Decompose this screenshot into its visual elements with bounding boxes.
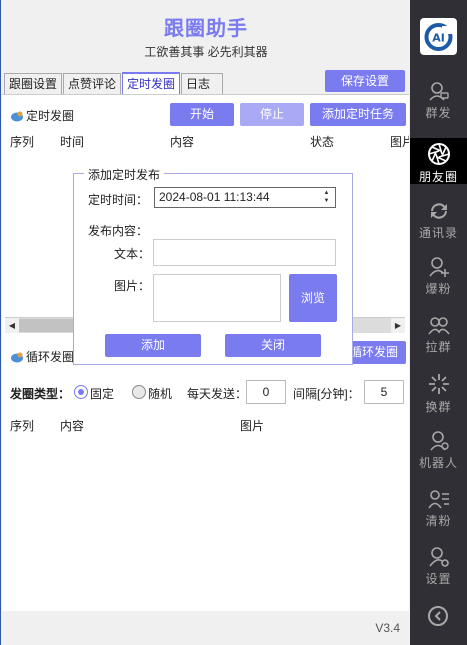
schedule-time-label: 定时时间： [88, 193, 149, 207]
scroll-thumb[interactable] [19, 319, 79, 332]
col-content: 内容 [170, 135, 195, 149]
spin-down-icon[interactable]: ▼ [320, 197, 333, 205]
post-type-label: 发圈类型： [10, 387, 71, 401]
loop-options-row: 发圈类型： 固定 随机 每天发送： 0 间隔[分钟]： 5 [2, 379, 409, 405]
col-time: 时间 [60, 135, 85, 149]
sidebar-item-clean-fans[interactable]: 清粉 [410, 488, 467, 544]
image-path-input[interactable] [153, 274, 281, 322]
add-scheduled-task-button[interactable]: 添加定时任务 [310, 103, 406, 126]
app-logo: AI [420, 18, 457, 55]
sparkle-icon [428, 374, 449, 394]
add-scheduled-post-dialog: 添加定时发布 定时时间： 2024-08-01 11:13:44 ▲ ▼ 发布内… [73, 166, 353, 365]
sync-icon [430, 203, 447, 219]
sidebar-item-pull-group[interactable]: 拉群 [410, 314, 467, 370]
app-header: 跟圈助手 工欲善其事 必先利其器 [1, 0, 411, 68]
user-list-icon [427, 490, 449, 509]
col-index: 序列 [10, 135, 35, 149]
sidebar-item-switch-group[interactable]: 换群 [410, 372, 467, 428]
svg-text:AI: AI [432, 32, 445, 45]
scroll-left-icon[interactable]: ◀ [5, 318, 19, 333]
tab-log[interactable]: 日志 [181, 73, 224, 94]
browse-button[interactable]: 浏览 [289, 274, 337, 322]
loop-list-header: 序列 内容 图片 [2, 415, 409, 433]
add-button[interactable]: 添加 [105, 334, 201, 357]
time-spinner[interactable]: ▲ ▼ [320, 189, 333, 206]
app-slogan: 工欲善其事 必先利其器 [144, 45, 268, 59]
scroll-right-icon[interactable]: ▶ [391, 318, 405, 333]
tab-scheduled-post[interactable]: 定时发圈 [122, 72, 181, 94]
bird-icon [10, 351, 24, 363]
loop-section-label: 循环发圈 [10, 348, 75, 365]
text-label: 文本： [114, 247, 151, 261]
save-settings-button[interactable]: 保存设置 [325, 70, 405, 92]
sidebar-item-moments[interactable]: 朋友圈 [410, 138, 467, 184]
person-chat-icon [428, 82, 449, 101]
tab-like-comment[interactable]: 点赞评论 [63, 73, 122, 94]
add-user-icon [428, 257, 449, 277]
col-image: 图片 [240, 419, 265, 433]
tab-follow-settings[interactable]: 跟圈设置 [4, 73, 63, 94]
sidebar-item-boost-fans[interactable]: 爆粉 [410, 256, 467, 312]
random-radio[interactable] [132, 385, 146, 399]
sidebar-item-contacts[interactable]: 通讯录 [410, 200, 467, 256]
random-radio-label: 随机 [148, 387, 173, 401]
app-title: 跟圈助手 [164, 18, 248, 40]
version-label: V3.4 [375, 621, 400, 635]
interval-input[interactable]: 5 [364, 380, 404, 404]
close-button[interactable]: 关闭 [225, 334, 321, 357]
aperture-icon [427, 143, 450, 165]
scheduled-list-header: 序列 时间 内容 状态 图片 [2, 131, 409, 149]
sidebar-item-settings[interactable]: 设置 [410, 546, 467, 602]
spin-up-icon[interactable]: ▲ [320, 189, 333, 197]
sidebar-item-mass-send[interactable]: 群发 [410, 80, 467, 136]
dialog-title: 添加定时发布 [84, 166, 165, 183]
image-label: 图片： [114, 279, 151, 293]
bird-icon [10, 110, 24, 122]
stop-button[interactable]: 停止 [240, 103, 304, 126]
start-button[interactable]: 开始 [170, 103, 234, 126]
schedule-time-picker[interactable]: 2024-08-01 11:13:44 ▲ ▼ [154, 187, 336, 208]
sidebar: AI 群发 朋友圈 通讯录 爆粉 拉群 换群 机器人 清粉 设置 [410, 0, 467, 645]
fixed-radio[interactable] [74, 385, 88, 399]
sidebar-item-robot[interactable]: 机器人 [410, 430, 467, 486]
group-icon [427, 317, 450, 335]
status-footer: V3.4 [2, 611, 410, 645]
scheduled-section-label: 定时发圈 [10, 107, 105, 124]
main-panel: 跟圈助手 工欲善其事 必先利其器 跟圈设置 点赞评论 定时发圈 日志 保存设置 … [0, 0, 411, 645]
robot-user-icon [429, 431, 449, 451]
chevron-left-icon [434, 611, 441, 621]
collapse-button[interactable] [428, 606, 448, 626]
daily-send-label: 每天发送： [187, 387, 248, 401]
tab-bar: 跟圈设置 点赞评论 定时发圈 日志 [4, 72, 224, 94]
col-content: 内容 [60, 419, 85, 433]
interval-label: 间隔[分钟]： [293, 387, 360, 401]
col-status: 状态 [310, 135, 335, 149]
col-image: 图片 [390, 135, 409, 149]
fixed-radio-label: 固定 [90, 387, 115, 401]
text-input[interactable] [153, 239, 336, 266]
user-settings-icon [428, 547, 449, 567]
daily-send-input[interactable]: 0 [246, 380, 286, 404]
post-content-label: 发布内容： [88, 224, 149, 238]
col-index: 序列 [10, 419, 35, 433]
